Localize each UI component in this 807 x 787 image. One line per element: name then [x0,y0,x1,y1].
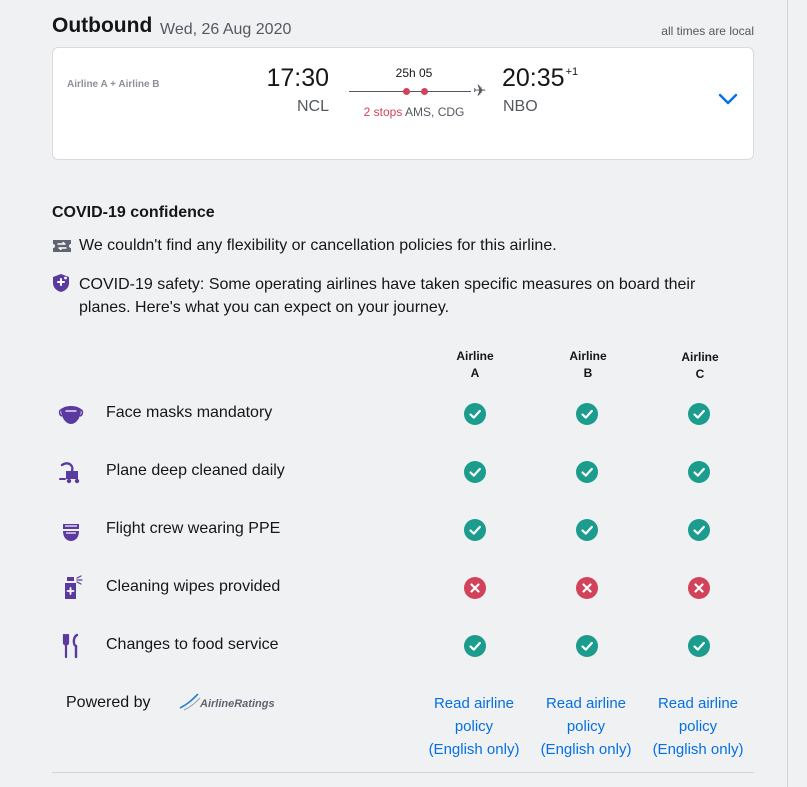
shield-icon [53,274,69,292]
check-icon [464,461,486,483]
chevron-down-icon[interactable] [717,92,739,106]
check-icon [464,635,486,657]
cutlery-icon [62,633,79,659]
link-line: Read airline [433,695,515,712]
check-icon [576,461,598,483]
link-line: (English only) [540,741,632,758]
arrival-time: 20:35 [502,64,565,92]
flight-duration: 25h 05 [395,66,433,80]
outbound-date: Wed, 26 Aug 2020 [160,21,292,38]
airlineratings-logo: AirlineRatings [179,693,275,711]
check-icon [688,519,710,541]
column-header-line: C [695,367,705,381]
read-airline-b-policy-link[interactable]: Read airline policy (English only) [531,692,641,761]
column-header-line: B [583,366,593,380]
column-header-airline-b: Airline B [548,348,628,382]
spray-bottle-icon [65,575,83,599]
check-icon [464,403,486,425]
check-icon [688,461,710,483]
column-header-line: Airline [681,350,719,364]
check-icon [688,635,710,657]
timezone-note: all times are local [661,24,754,38]
stops-info: 2 stops AMS, CDG [349,105,479,119]
stop-dot [403,88,410,95]
stops-count: 2 stops [363,105,403,119]
link-line: (English only) [428,741,520,758]
link-line: policy [454,718,494,735]
link-line: Read airline [545,695,627,712]
covid-section-title: COVID-19 confidence [52,204,215,221]
plane-icon: ✈ [473,83,487,100]
safety-measure-label: Flight crew wearing PPE [106,520,281,537]
cross-icon [576,577,598,599]
departure-airport-code: NCL [296,98,329,115]
column-header-line: Airline [456,349,494,363]
arrival-airport-code: NBO [503,98,538,115]
face-mask-icon [58,406,84,424]
outbound-header: Outbound Wed, 26 Aug 2020 all times are … [52,14,754,44]
arrival-day-offset: +1 [565,66,579,78]
safety-measure-label: Face masks mandatory [106,404,273,421]
column-header-airline-a: Airline A [435,348,515,382]
check-icon [576,635,598,657]
stop-dot [421,88,428,95]
read-airline-c-policy-link[interactable]: Read airline policy (English only) [643,692,753,761]
check-icon [576,403,598,425]
covid-safety-text: COVID-19 safety: Some operating airlines… [79,276,696,316]
page-edge-divider [787,0,788,787]
column-header-airline-c: Airline C [660,349,740,383]
check-icon [464,519,486,541]
ticket-exchange-icon [53,240,71,252]
vacuum-icon [59,462,80,484]
link-line: Read airline [657,695,739,712]
arrival-time-block: 20:35+1 [502,64,578,93]
departure-time: 17:30 [266,64,329,92]
safety-measure-label: Changes to food service [106,636,279,653]
column-header-line: A [470,366,480,380]
link-line: policy [678,718,718,735]
safety-measure-label: Cleaning wipes provided [106,578,281,595]
column-header-line: Airline [569,349,607,363]
safety-measure-label: Plane deep cleaned daily [106,462,285,479]
flight-leg-card[interactable]: Airline A + Airline B 17:30 NCL 25h 05 ✈… [52,47,754,160]
link-line: policy [566,718,606,735]
check-icon [688,403,710,425]
policy-notice-text: We couldn't find any flexibility or canc… [79,237,557,254]
stops-airports: AMS, CDG [405,105,465,119]
link-line: (English only) [652,741,744,758]
powered-by-label: Powered by [66,694,151,711]
cross-icon [464,577,486,599]
cross-icon [688,577,710,599]
section-divider [52,772,754,773]
read-airline-a-policy-link[interactable]: Read airline policy (English only) [419,692,529,761]
route-line [349,91,471,92]
operating-airlines: Airline A + Airline B [67,79,160,90]
outbound-title: Outbound [52,14,153,37]
svg-text:AirlineRatings: AirlineRatings [199,698,275,710]
check-icon [576,519,598,541]
ppe-icon [63,524,79,541]
